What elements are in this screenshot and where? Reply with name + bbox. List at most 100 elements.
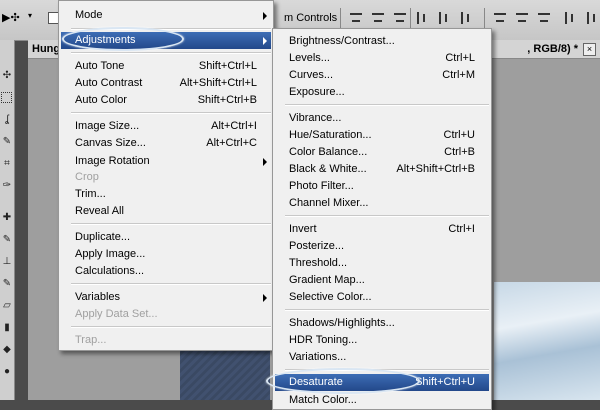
menu-item-image-size[interactable]: Image Size... Alt+Ctrl+I: [61, 118, 271, 135]
align-horizontal-center-icon[interactable]: [436, 10, 452, 26]
menu-item-shortcut: Ctrl+B: [444, 146, 475, 158]
menu-item-label: Threshold...: [289, 257, 348, 269]
align-vertical-center-icon[interactable]: [370, 10, 386, 26]
menu-item-mode[interactable]: Mode: [61, 7, 271, 24]
menu-item-label: Auto Contrast: [75, 77, 143, 89]
menu-item-trap: Trap...: [61, 332, 271, 349]
marquee-tool-icon[interactable]: [1, 92, 12, 103]
menu-item-vibrance[interactable]: Vibrance...: [275, 110, 489, 127]
menu-item-posterize[interactable]: Posterize...: [275, 238, 489, 255]
menu-item-label: Invert: [289, 223, 317, 235]
submenu-arrow-icon: [263, 158, 267, 166]
menu-item-crop: Crop: [61, 169, 271, 186]
close-document-icon[interactable]: ×: [583, 43, 596, 56]
menu-item-label: Color Balance...: [289, 146, 368, 158]
move-tool-icon[interactable]: ✣: [1, 70, 13, 82]
menu-separator: [71, 283, 271, 285]
menu-item-hdr-toning[interactable]: HDR Toning...: [275, 332, 489, 349]
menu-item-color-balance[interactable]: Color Balance... Ctrl+B: [275, 144, 489, 161]
menu-item-shortcut: Alt+Shift+Ctrl+B: [396, 163, 475, 175]
menu-item-label: Trap...: [75, 334, 107, 346]
menu-item-black-white[interactable]: Black & White... Alt+Shift+Ctrl+B: [275, 161, 489, 178]
menu-item-channel-mixer[interactable]: Channel Mixer...: [275, 195, 489, 212]
menu-item-levels[interactable]: Levels... Ctrl+L: [275, 50, 489, 67]
menu-item-label: Auto Color: [75, 94, 127, 106]
menu-item-photo-filter[interactable]: Photo Filter...: [275, 178, 489, 195]
menu-item-selective-color[interactable]: Selective Color...: [275, 289, 489, 306]
distribute-left-icon[interactable]: [562, 10, 578, 26]
align-right-icon[interactable]: [458, 10, 474, 26]
crop-tool-icon[interactable]: ⌗: [1, 158, 13, 170]
eyedropper-tool-icon[interactable]: ✑: [1, 180, 13, 192]
clone-stamp-tool-icon[interactable]: ⊥: [1, 256, 13, 268]
menu-item-auto-tone[interactable]: Auto Tone Shift+Ctrl+L: [61, 58, 271, 75]
gradient-tool-icon[interactable]: ▮: [1, 322, 13, 334]
menu-item-label: Mode: [75, 9, 103, 21]
lasso-tool-icon[interactable]: ʆ: [1, 114, 13, 126]
menu-item-reveal-all[interactable]: Reveal All: [61, 203, 271, 220]
menu-item-trim[interactable]: Trim...: [61, 186, 271, 203]
image-menu: Mode Adjustments Auto Tone Shift+Ctrl+L …: [58, 0, 274, 351]
menu-item-threshold[interactable]: Threshold...: [275, 255, 489, 272]
menu-item-label: Match Color...: [289, 394, 357, 406]
align-top-icon[interactable]: [348, 10, 364, 26]
menu-item-apply-image[interactable]: Apply Image...: [61, 246, 271, 263]
menu-separator: [285, 309, 489, 311]
healing-brush-tool-icon[interactable]: ✚: [1, 212, 13, 224]
menu-item-label: Levels...: [289, 52, 330, 64]
menu-item-variables[interactable]: Variables: [61, 289, 271, 306]
menu-item-label: Brightness/Contrast...: [289, 35, 395, 47]
menu-item-gradient-map[interactable]: Gradient Map...: [275, 272, 489, 289]
menu-item-brightness-contrast[interactable]: Brightness/Contrast...: [275, 33, 489, 50]
eraser-tool-icon[interactable]: ▱: [1, 300, 13, 312]
move-tool-icon[interactable]: ▶✣: [2, 11, 20, 24]
menu-item-match-color[interactable]: Match Color...: [275, 392, 489, 409]
quick-selection-tool-icon[interactable]: ✎: [1, 136, 13, 148]
brush-tool-icon[interactable]: ✎: [1, 234, 13, 246]
blur-tool-icon[interactable]: ◆: [1, 344, 13, 356]
menu-item-label: HDR Toning...: [289, 334, 358, 346]
menu-item-label: Variables: [75, 291, 121, 303]
distribute-vertical-center-icon[interactable]: [514, 10, 530, 26]
menu-item-auto-contrast[interactable]: Auto Contrast Alt+Shift+Ctrl+L: [61, 75, 271, 92]
menu-separator: [285, 104, 489, 106]
distribute-top-icon[interactable]: [492, 10, 508, 26]
menu-item-shortcut: Shift+Ctrl+L: [198, 60, 257, 72]
menu-item-shortcut: Alt+Ctrl+C: [206, 137, 257, 149]
menu-item-shadows-highlights[interactable]: Shadows/Highlights...: [275, 315, 489, 332]
align-bottom-icon[interactable]: [392, 10, 408, 26]
menu-separator: [71, 223, 271, 225]
menu-item-duplicate[interactable]: Duplicate...: [61, 229, 271, 246]
history-brush-tool-icon[interactable]: ✎: [1, 278, 13, 290]
dodge-tool-icon[interactable]: ●: [1, 366, 13, 378]
menu-separator: [71, 326, 271, 328]
separator: [484, 8, 485, 28]
tool-preset-dropdown-icon[interactable]: ▾: [28, 11, 32, 20]
distribute-horizontal-center-icon[interactable]: [584, 10, 600, 26]
align-left-icon[interactable]: [414, 10, 430, 26]
menu-item-exposure[interactable]: Exposure...: [275, 84, 489, 101]
menu-item-label: Reveal All: [75, 205, 124, 217]
image-canvas-sky-region: [494, 282, 600, 400]
submenu-arrow-icon: [263, 37, 267, 45]
document-mode-info: , RGB/8) *: [527, 43, 578, 55]
menu-item-label: Image Rotation: [75, 155, 150, 167]
menu-item-image-rotation[interactable]: Image Rotation: [61, 153, 271, 170]
menu-item-hue-saturation[interactable]: Hue/Saturation... Ctrl+U: [275, 127, 489, 144]
document-title: Hung: [32, 43, 61, 55]
menu-item-shortcut: Alt+Shift+Ctrl+L: [179, 77, 257, 89]
distribute-bottom-icon[interactable]: [536, 10, 552, 26]
menu-item-calculations[interactable]: Calculations...: [61, 263, 271, 280]
menu-item-label: Curves...: [289, 69, 334, 81]
menu-item-shortcut: Alt+Ctrl+I: [211, 120, 257, 132]
menu-item-variations[interactable]: Variations...: [275, 349, 489, 366]
menu-item-label: Variations...: [289, 351, 347, 363]
image-canvas-dark-region: [180, 348, 270, 400]
menu-item-invert[interactable]: Invert Ctrl+I: [275, 221, 489, 238]
menu-item-label: Crop: [75, 171, 99, 183]
menu-separator: [71, 52, 271, 54]
menu-item-curves[interactable]: Curves... Ctrl+M: [275, 67, 489, 84]
menu-item-canvas-size[interactable]: Canvas Size... Alt+Ctrl+C: [61, 135, 271, 152]
menu-item-auto-color[interactable]: Auto Color Shift+Ctrl+B: [61, 92, 271, 109]
menu-item-label: Duplicate...: [75, 231, 131, 243]
